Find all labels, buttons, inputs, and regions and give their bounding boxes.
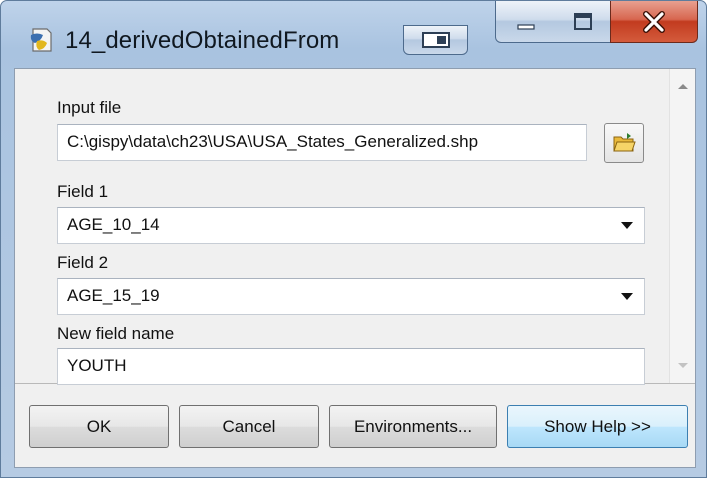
tool-dialog-window: 14_derivedObtainedFrom Input file C:\gis… [0, 0, 707, 478]
chevron-down-icon [621, 222, 633, 229]
environments-button[interactable]: Environments... [329, 405, 497, 448]
cancel-button[interactable]: Cancel [179, 405, 319, 448]
browse-button[interactable] [604, 123, 644, 163]
scroll-down-button[interactable] [670, 353, 696, 379]
new-field-name-input[interactable]: YOUTH [57, 348, 645, 385]
close-icon [643, 10, 665, 33]
scroll-up-arrow-icon [678, 84, 688, 89]
python-script-icon [27, 25, 57, 55]
minimize-icon [517, 23, 535, 30]
window-title: 14_derivedObtainedFrom [65, 27, 340, 54]
field1-selected-value: AGE_10_14 [67, 215, 160, 234]
dialog-client-area: Input file C:\gispy\data\ch23\USA\USA_St… [14, 68, 696, 468]
ok-button[interactable]: OK [29, 405, 169, 448]
close-button[interactable] [610, 1, 698, 43]
window-layout-icon [421, 32, 450, 48]
parameters-pane[interactable]: Input file C:\gispy\data\ch23\USA\USA_St… [15, 69, 695, 385]
vertical-scrollbar[interactable] [669, 69, 695, 383]
field1-label: Field 1 [57, 182, 109, 201]
input-file-field[interactable]: C:\gispy\data\ch23\USA\USA_States_Genera… [57, 124, 587, 161]
minimize-button[interactable] [495, 1, 557, 43]
field2-dropdown[interactable]: AGE_15_19 [57, 278, 645, 315]
scroll-up-button[interactable] [670, 73, 696, 99]
input-file-label: Input file [57, 98, 122, 117]
new-field-name-label: New field name [57, 324, 175, 343]
open-folder-icon [613, 133, 636, 152]
maximize-button[interactable] [556, 1, 611, 43]
field2-selected-value: AGE_15_19 [67, 286, 160, 305]
title-bar[interactable]: 14_derivedObtainedFrom [1, 1, 706, 67]
show-help-button[interactable]: Show Help >> [507, 405, 688, 448]
window-layout-button[interactable] [403, 25, 468, 55]
scroll-down-arrow-icon [678, 363, 688, 368]
chevron-down-icon [621, 293, 633, 300]
maximize-icon [574, 12, 592, 30]
field1-dropdown[interactable]: AGE_10_14 [57, 207, 645, 244]
field2-label: Field 2 [57, 253, 109, 272]
